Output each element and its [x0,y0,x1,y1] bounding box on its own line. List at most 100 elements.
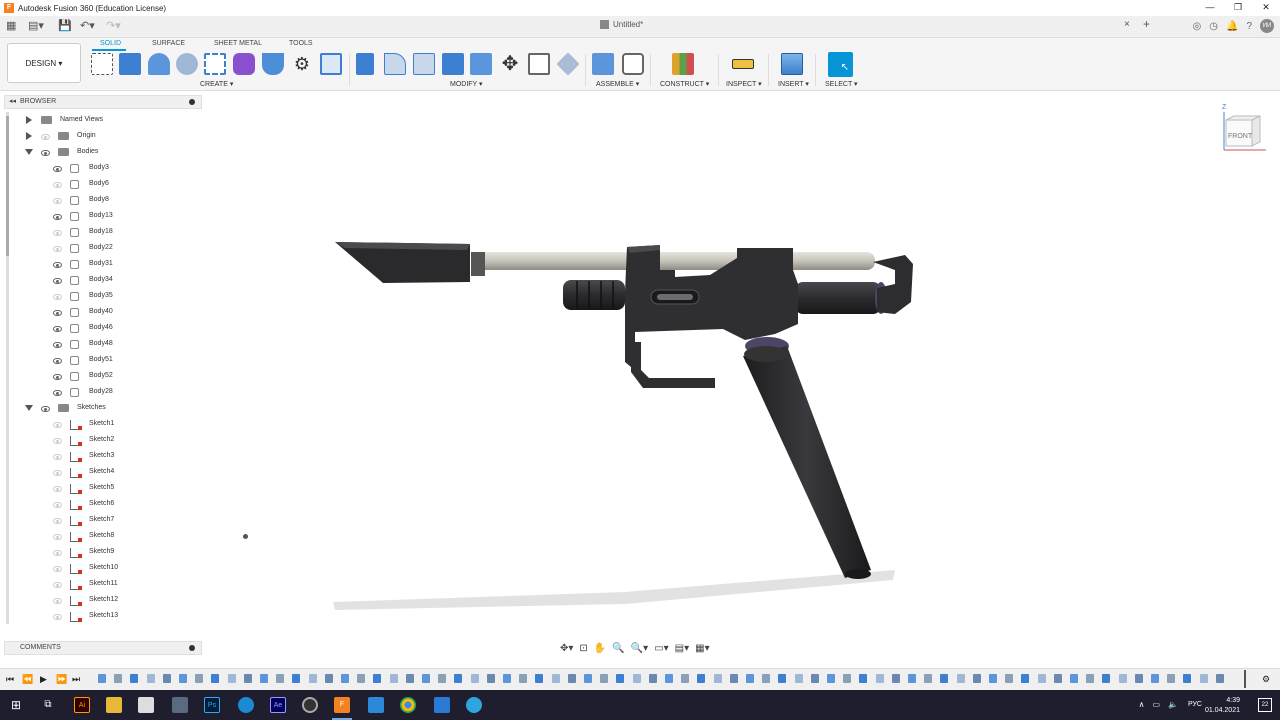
language-indicator[interactable]: РУС [1188,701,1202,708]
timeline-feature[interactable] [1053,674,1062,683]
notification-center-icon[interactable]: 22 [1258,698,1272,712]
tree-named-views[interactable]: Named Views [60,116,103,123]
timeline-settings-icon[interactable]: ⚙ [1262,674,1270,685]
timeline-feature[interactable] [551,674,560,683]
browser-header[interactable]: ◂◂ BROWSER [4,95,202,109]
visibility-eye-icon[interactable] [53,214,62,220]
file-explorer-icon[interactable] [106,697,122,713]
visibility-eye-icon[interactable] [53,438,62,444]
workspace-switcher[interactable]: DESIGN ▾ [7,43,81,83]
save-icon[interactable]: 💾 [58,19,72,32]
task-view-icon[interactable]: ⧉ [40,697,56,713]
grid-settings-icon[interactable]: ▤▾ [675,643,689,654]
create-form-icon[interactable] [233,53,255,75]
timeline-feature[interactable] [211,674,220,683]
visibility-eye-icon[interactable] [53,534,62,540]
timeline-feature[interactable] [146,674,155,683]
tab-sheet-metal[interactable]: SHEET METAL [214,40,262,47]
timeline-feature[interactable] [875,674,884,683]
close-button[interactable]: ✕ [1252,0,1280,16]
extensions-icon[interactable]: ◎ [1193,21,1202,32]
photoshop-icon[interactable]: Ps [204,697,220,713]
collapse-browser-icon[interactable]: ◂◂ [9,96,16,108]
timeline-feature[interactable] [130,674,139,683]
document-tab[interactable]: Untitled* [600,20,643,29]
obs-icon[interactable] [302,697,318,713]
visibility-eye-icon[interactable] [53,326,62,332]
timeline-feature[interactable] [843,674,852,683]
timeline-feature[interactable] [389,674,398,683]
job-status-icon[interactable]: ◷ [1209,21,1218,32]
scale-icon[interactable] [528,53,550,75]
tree-sketch-item[interactable]: Sketch7 [89,516,114,523]
tree-body-item[interactable]: Body48 [89,340,113,347]
visibility-eye-icon[interactable] [53,198,62,204]
tree-sketch-item[interactable]: Sketch13 [89,612,118,619]
timeline-feature[interactable] [956,674,965,683]
file-menu-icon[interactable]: ▤▾ [28,19,44,32]
tree-sketch-item[interactable]: Sketch3 [89,452,114,459]
fit-icon[interactable]: 🔍▾ [631,643,648,654]
visibility-eye-icon[interactable] [53,470,62,476]
timeline-feature[interactable] [746,674,754,683]
tree-sketch-item[interactable]: Sketch10 [89,564,118,571]
timeline-feature[interactable] [891,674,900,683]
timeline-feature[interactable] [519,674,528,683]
press-pull-icon[interactable] [356,53,374,75]
collapse-triangle-icon[interactable] [25,405,33,411]
timeline-feature[interactable] [357,674,366,683]
pin-icon[interactable] [189,99,195,105]
tree-sketch-item[interactable]: Sketch9 [89,548,114,555]
windows-start-icon[interactable]: ⊞ [8,697,24,713]
timeline-feature[interactable] [503,674,511,683]
tree-sketch-item[interactable]: Sketch12 [89,596,118,603]
visibility-eye-icon[interactable] [53,502,62,508]
visibility-eye-icon[interactable] [53,342,62,348]
group-insert[interactable]: INSERT ▾ [778,80,809,88]
timeline-feature[interactable] [1151,674,1159,683]
tree-body-item[interactable]: Body6 [89,180,109,187]
timeline-feature[interactable] [778,674,787,683]
tree-body-item[interactable]: Body28 [89,388,113,395]
timeline-feature[interactable] [98,674,106,683]
timeline-feature[interactable] [341,674,349,683]
redo-icon[interactable]: ↷▾ [106,19,121,32]
tree-sketch-item[interactable]: Sketch6 [89,500,114,507]
document-close-button[interactable]: × [1124,19,1130,30]
timeline-feature[interactable] [1070,674,1078,683]
tree-body-item[interactable]: Body52 [89,372,113,379]
timeline-feature[interactable] [794,674,803,683]
select-cursor-icon[interactable]: ↖ [828,52,853,77]
mail-icon[interactable] [434,697,450,713]
browser-scrollbar[interactable] [6,112,9,624]
tab-surface[interactable]: SURFACE [152,40,185,47]
timeline-feature[interactable] [697,674,706,683]
viewports-icon[interactable]: ▦▾ [695,643,709,654]
timeline-feature[interactable] [179,674,187,683]
new-component-icon[interactable] [592,53,614,75]
visibility-eye-icon[interactable] [53,454,62,460]
tray-chevron-icon[interactable]: ∧ [1139,700,1145,709]
tree-body-item[interactable]: Body3 [89,164,109,171]
gear-icon[interactable]: ⚙ [291,53,313,75]
pattern-icon[interactable] [204,53,226,75]
visibility-eye-icon[interactable] [53,166,62,172]
visibility-eye-icon[interactable] [53,278,62,284]
timeline-feature[interactable] [1199,674,1208,683]
timeline-feature[interactable] [908,674,916,683]
tree-sketch-item[interactable]: Sketch11 [89,580,118,587]
combine-icon[interactable] [470,53,492,75]
timeline-feature[interactable] [616,674,625,683]
timeline-feature[interactable] [1102,674,1111,683]
tree-sketch-item[interactable]: Sketch5 [89,484,114,491]
step-back-icon[interactable]: ⏪ [22,674,33,685]
tree-sketches[interactable]: Sketches [77,404,106,411]
timeline-feature[interactable] [972,674,981,683]
tree-sketch-item[interactable]: Sketch4 [89,468,114,475]
help-icon[interactable]: ? [1246,21,1252,32]
calculator-icon[interactable] [172,697,188,713]
fusion-taskbar-icon[interactable]: F [334,697,350,713]
timeline-feature[interactable] [438,674,447,683]
timeline-feature[interactable] [648,674,657,683]
visibility-eye-icon[interactable] [53,182,62,188]
